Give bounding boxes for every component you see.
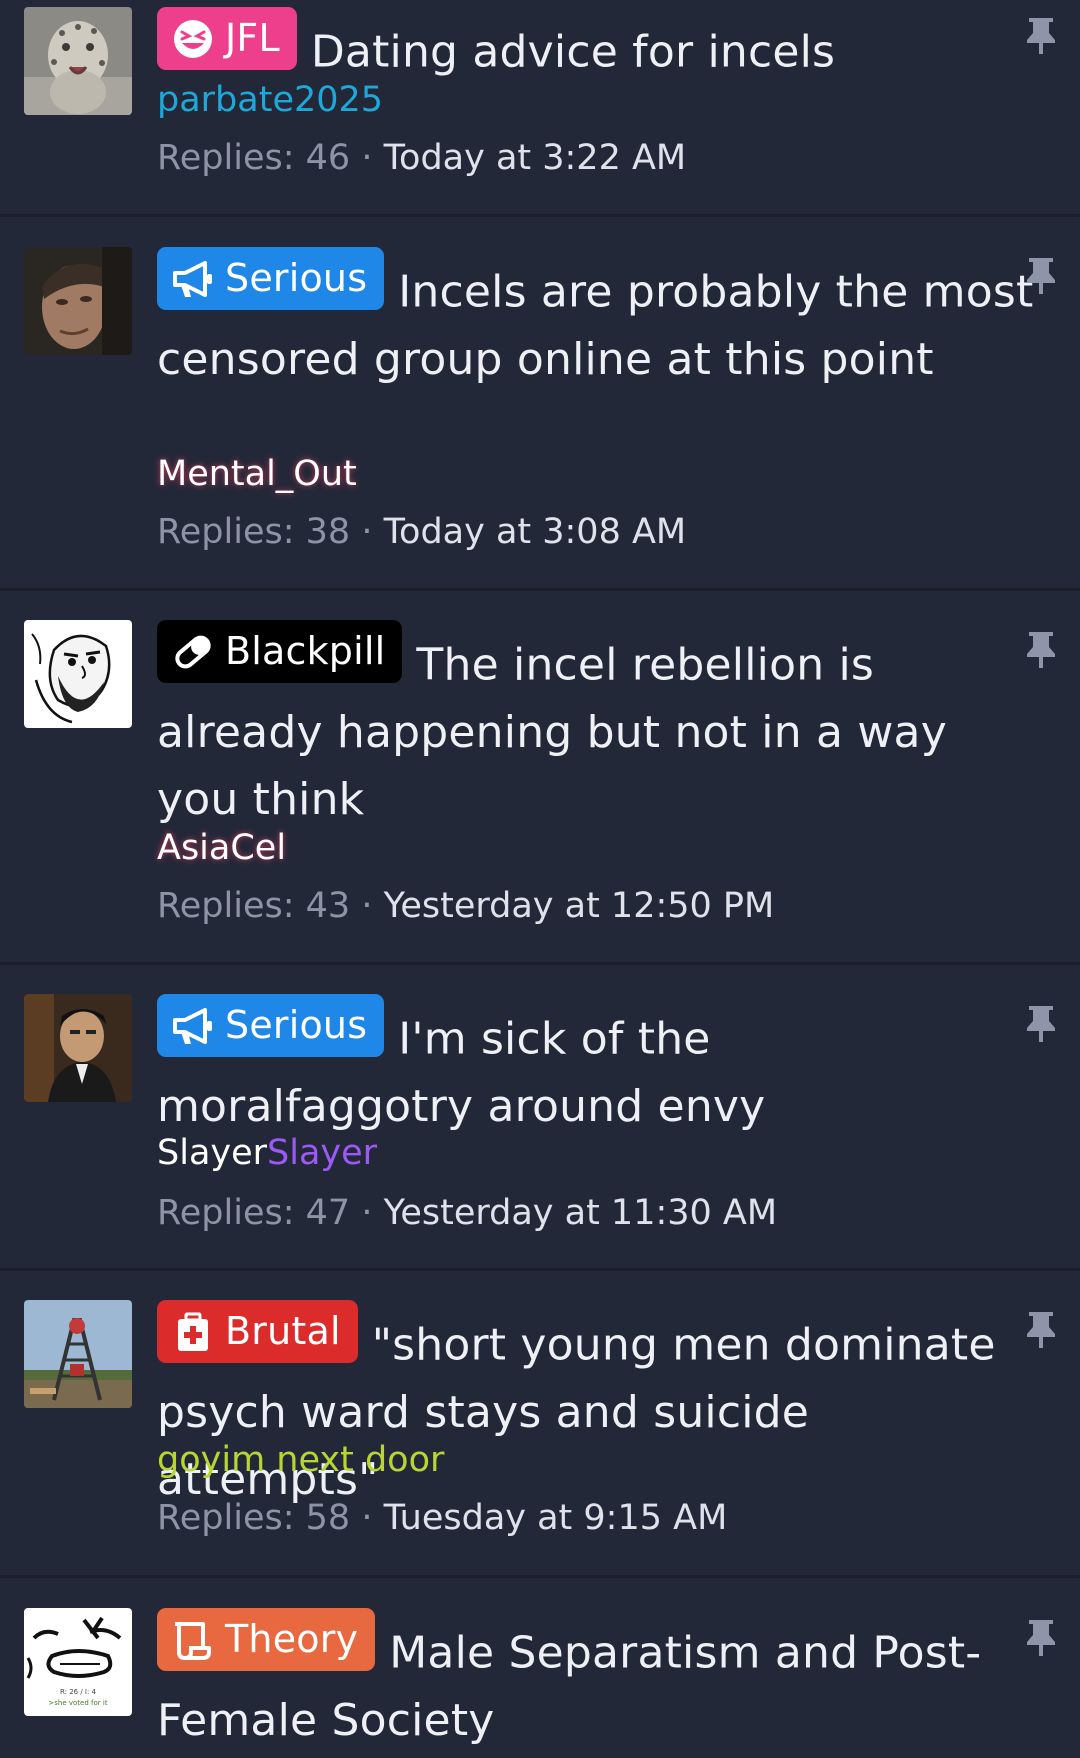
meta-separator: · [361, 1193, 373, 1233]
megaphone-icon [173, 260, 212, 297]
prefix-badge[interactable]: JFL [157, 7, 297, 70]
first-aid-icon [178, 1312, 208, 1351]
thread-meta: Replies: 58 · Tuesday at 9:15 AM [157, 1496, 727, 1540]
avatar[interactable] [24, 994, 132, 1102]
meta-separator: · [361, 512, 373, 552]
replies-count: Replies: 58 [157, 1498, 351, 1538]
avatar[interactable]: R: 26 / I: 4 >she voted for it [24, 1608, 132, 1716]
thread-meta: Replies: 43 · Yesterday at 12:50 PM [157, 884, 774, 928]
author-link[interactable]: goyim next door [157, 1440, 444, 1480]
author-name-part: Slayer [267, 1133, 378, 1173]
author-name[interactable]: parbate2025 [157, 78, 383, 122]
man-in-suit-avatar [24, 994, 132, 1102]
thread-title[interactable]: Serious I'm sick of the moralfaggotry ar… [157, 994, 1037, 1140]
thread-divider [0, 1575, 1080, 1578]
meta-separator: · [361, 886, 373, 926]
cartoon-sketch-avatar [24, 620, 132, 728]
thread-date[interactable]: Yesterday at 12:50 PM [384, 886, 775, 926]
prefix-badge[interactable]: Serious [157, 247, 385, 310]
svg-text:R: 26 / I: 4: R: 26 / I: 4 [60, 1688, 97, 1696]
playground-avatar [24, 1300, 132, 1408]
prefix-label: Brutal [225, 1309, 341, 1353]
author-name[interactable]: goyim next door [157, 1438, 444, 1482]
thread-divider [0, 1268, 1080, 1271]
svg-text:>she voted for it: >she voted for it [48, 1699, 107, 1707]
thread-date[interactable]: Tuesday at 9:15 AM [384, 1498, 728, 1538]
replies-count: Replies: 47 [157, 1193, 351, 1233]
prefix-badge[interactable]: Brutal [157, 1300, 358, 1363]
author-link[interactable]: AsiaCel [157, 828, 286, 868]
thread-date[interactable]: Yesterday at 11:30 AM [384, 1193, 777, 1233]
prefix-badge[interactable]: Blackpill [157, 620, 403, 683]
avatar[interactable] [24, 620, 132, 728]
thread-title[interactable]: Blackpill The incel rebellion is already… [157, 620, 1037, 833]
author-link[interactable]: SlayerSlayer [157, 1133, 377, 1173]
megaphone-icon [173, 1007, 212, 1044]
pin-icon [1026, 1618, 1056, 1658]
laughing-face-icon [174, 19, 212, 58]
prefix-label: Theory [225, 1617, 359, 1661]
meta-separator: · [361, 1498, 373, 1538]
thread-date[interactable]: Today at 3:22 AM [384, 138, 687, 178]
pin-icon [1026, 1310, 1056, 1350]
thread-title[interactable]: Serious Incels are probably the most cen… [157, 247, 1037, 393]
author-link[interactable]: parbate2025 [157, 80, 383, 120]
thread-date[interactable]: Today at 3:08 AM [384, 512, 687, 552]
author-name[interactable]: Mental_Out [157, 452, 357, 496]
thread-meta: Replies: 46 · Today at 3:22 AM [157, 136, 686, 180]
thread-list: JFL Dating advice for incels parbate2025… [0, 0, 1080, 1758]
author-name[interactable]: SlayerSlayer [157, 1131, 377, 1175]
meta-separator: · [361, 138, 373, 178]
avatar[interactable] [24, 7, 132, 115]
avatar[interactable] [24, 247, 132, 355]
man-face-avatar [24, 247, 132, 355]
thread-divider [0, 214, 1080, 217]
prefix-label: JFL [225, 16, 280, 60]
avatar[interactable] [24, 1300, 132, 1408]
author-link[interactable]: Mental_Out [157, 454, 357, 494]
replies-count: Replies: 46 [157, 138, 351, 178]
thread-title[interactable]: Theory Male Separatism and Post-Female S… [157, 1608, 1037, 1754]
pin-icon [1026, 16, 1056, 56]
replies-count: Replies: 43 [157, 886, 351, 926]
scroll-icon [175, 1621, 211, 1660]
pin-icon [1026, 1004, 1056, 1044]
prefix-label: Serious [225, 1003, 368, 1047]
thread-meta: Replies: 38 · Today at 3:08 AM [157, 510, 686, 554]
prefix-badge[interactable]: Serious [157, 994, 385, 1057]
replies-count: Replies: 38 [157, 512, 351, 552]
thread-meta: Replies: 47 · Yesterday at 11:30 AM [157, 1191, 777, 1235]
pill-icon [175, 635, 211, 668]
snow-leopard-avatar [24, 7, 132, 115]
thread-divider [0, 962, 1080, 965]
meme-face-avatar: R: 26 / I: 4 >she voted for it [24, 1608, 132, 1716]
thread-title-text[interactable]: Dating advice for incels [311, 27, 835, 78]
author-name-part: Slayer [157, 1133, 268, 1173]
thread-title[interactable]: JFL Dating advice for incels [157, 7, 1037, 86]
prefix-badge[interactable]: Theory [157, 1608, 376, 1671]
author-name[interactable]: AsiaCel [157, 826, 286, 870]
pin-icon [1026, 630, 1056, 670]
prefix-label: Blackpill [225, 629, 386, 673]
pin-icon [1026, 256, 1056, 296]
thread-divider [0, 588, 1080, 591]
prefix-label: Serious [225, 256, 368, 300]
